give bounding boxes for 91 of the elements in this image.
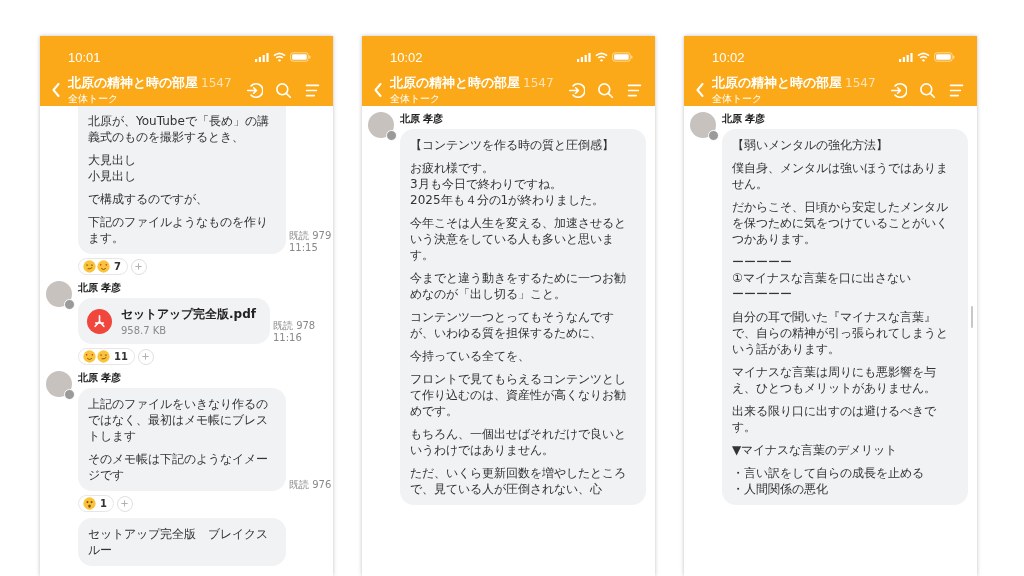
- reaction-chip[interactable]: 1: [78, 495, 114, 512]
- wifi-icon: [917, 52, 930, 62]
- emoji-icon: [83, 350, 96, 363]
- back-icon[interactable]: [52, 83, 60, 97]
- sender-name: 北原 孝彦: [722, 112, 766, 126]
- message-text: もちろん、一個出せばそれだけで良いというわけではありません。: [410, 426, 627, 458]
- avatar[interactable]: [368, 112, 394, 138]
- message-text: 2025年も４分の1が終わりました。: [410, 192, 606, 208]
- status-time: 10:01: [68, 49, 101, 65]
- avatar[interactable]: [690, 112, 716, 138]
- sender-name: 北原 孝彦: [400, 112, 444, 126]
- chat-title: 北原の精神と時の部屋: [390, 74, 520, 92]
- member-count: 1547: [201, 75, 232, 90]
- reaction-chip[interactable]: 7: [78, 258, 128, 275]
- chat-title: 北原の精神と時の部屋: [712, 74, 842, 92]
- signal-icon: [899, 52, 913, 62]
- emoji-icon: [83, 497, 96, 510]
- message-text: 上記のファイルをいきなり作るのではなく、最初はメモ帳にブレストします: [88, 396, 269, 444]
- status-time: 10:02: [390, 49, 423, 65]
- search-icon[interactable]: [275, 81, 292, 99]
- avatar-badge-icon: [386, 130, 397, 141]
- sender-name: 北原 孝彦: [78, 371, 122, 385]
- status-time: 10:02: [712, 49, 745, 65]
- search-icon[interactable]: [597, 81, 614, 99]
- avatar-badge-icon: [64, 299, 75, 310]
- avatar-badge-icon: [64, 389, 75, 400]
- member-count: 1547: [523, 75, 554, 90]
- message-time: 11:16: [272, 332, 303, 344]
- message-text: 【弱いメンタルの強化方法】: [732, 137, 889, 153]
- chat-title: 北原の精神と時の部屋: [68, 74, 198, 92]
- message-text: ・人間関係の悪化: [732, 481, 829, 497]
- enter-icon[interactable]: [568, 81, 585, 99]
- back-icon[interactable]: [374, 83, 382, 97]
- message-text: フロントで見てもらえるコンテンツとして作り込むのは、資産性が高くなりお勧めです。: [410, 371, 627, 419]
- sender-name: 北原 孝彦: [78, 281, 122, 295]
- pdf-icon: [87, 308, 112, 334]
- message-text: 小見出し: [88, 168, 137, 184]
- message-text: ただ、いくら更新回数を増やしたところで、見ている人が圧倒されない、心: [410, 465, 627, 497]
- signal-icon: [577, 52, 591, 62]
- enter-icon[interactable]: [890, 81, 907, 99]
- read-count: 既読 979: [289, 230, 332, 242]
- message-text: 僕自身、メンタルは強いほうではありません。: [732, 160, 949, 192]
- message-text: ーーーーー: [732, 254, 793, 270]
- wifi-icon: [595, 52, 608, 62]
- reaction-chip[interactable]: 11: [78, 348, 135, 365]
- wifi-icon: [273, 52, 286, 62]
- message-text: だからこそ、日頃から安定したメンタルを保つために気をつけていることがいくつかあります。: [732, 199, 949, 247]
- avatar[interactable]: [46, 371, 72, 397]
- avatar-badge-icon: [708, 130, 719, 141]
- chat-subtitle: 全体トーク: [68, 91, 119, 106]
- message-text: 自分の耳で聞いた『マイナスな言葉』で、自らの精神が引っ張られてしまうという話があります。: [732, 309, 949, 357]
- message-text: ▼マイナスな言葉のデメリット: [732, 442, 899, 458]
- emoji-icon: [97, 350, 110, 363]
- message-text: お疲れ様です。: [410, 160, 495, 176]
- message-text: で構成するのですが、: [88, 191, 209, 207]
- message-text: 北原が、YouTubeで「長め」の講義式のものを撮影するとき、: [88, 113, 270, 145]
- avatar[interactable]: [46, 281, 72, 307]
- message-text: マイナスな言葉は周りにも悪影響を与え、ひとつもメリットがありません。: [732, 364, 937, 396]
- emoji-icon: [97, 260, 110, 273]
- signal-icon: [255, 52, 269, 62]
- scrollbar-thumb[interactable]: [971, 306, 973, 328]
- message-text: 今持っている全てを、: [410, 348, 531, 364]
- message-text: ・言い訳をして自らの成長を止める: [732, 465, 925, 481]
- read-count: 既読 978: [272, 320, 316, 332]
- emoji-icon: [83, 260, 96, 273]
- message-text: 下記のファイルようなものを作ります。: [88, 214, 269, 246]
- back-icon[interactable]: [696, 83, 704, 97]
- battery-icon: [934, 52, 955, 62]
- chat-subtitle: 全体トーク: [390, 91, 441, 106]
- message-text: 今年こそは人生を変える、加速させるという決意をしている人も多いと思います。: [410, 215, 627, 263]
- message-text: 出来る限り口に出すのは避けるべきです。: [732, 403, 937, 435]
- search-icon[interactable]: [919, 81, 936, 99]
- battery-icon: [290, 52, 311, 62]
- message-text: 大見出し: [88, 152, 137, 168]
- message-text: 今までと違う動きをするために一つお勧めなのが「出し切る」こと。: [410, 270, 627, 302]
- message-text: 【コンテンツを作る時の質と圧倒感】: [410, 137, 615, 153]
- message-text: ーーーーー: [732, 286, 793, 302]
- chat-subtitle: 全体トーク: [712, 91, 763, 106]
- message-text: そのメモ帳は下記のようなイメージです: [88, 451, 269, 483]
- enter-icon[interactable]: [246, 81, 263, 99]
- message-time: 11:15: [289, 242, 319, 254]
- message-text: 3月も今日で終わりですね。: [410, 176, 563, 192]
- member-count: 1547: [845, 75, 876, 90]
- file-name: セットアップ完全版.pdf: [121, 306, 256, 323]
- battery-icon: [612, 52, 633, 62]
- message-text: コンテンツ一つとってもそうなんですが、いわゆる質を担保するために、: [410, 309, 615, 341]
- file-size: 958.7 KB: [121, 325, 168, 336]
- file-attachment[interactable]: セットアップ完全版.pdf 958.7 KB: [78, 298, 270, 344]
- message-text: セットアップ完全版 ブレイクスルー: [88, 526, 269, 558]
- message-text: ①マイナスな言葉を口に出さない: [732, 270, 912, 286]
- read-count: 既読 976: [289, 479, 332, 491]
